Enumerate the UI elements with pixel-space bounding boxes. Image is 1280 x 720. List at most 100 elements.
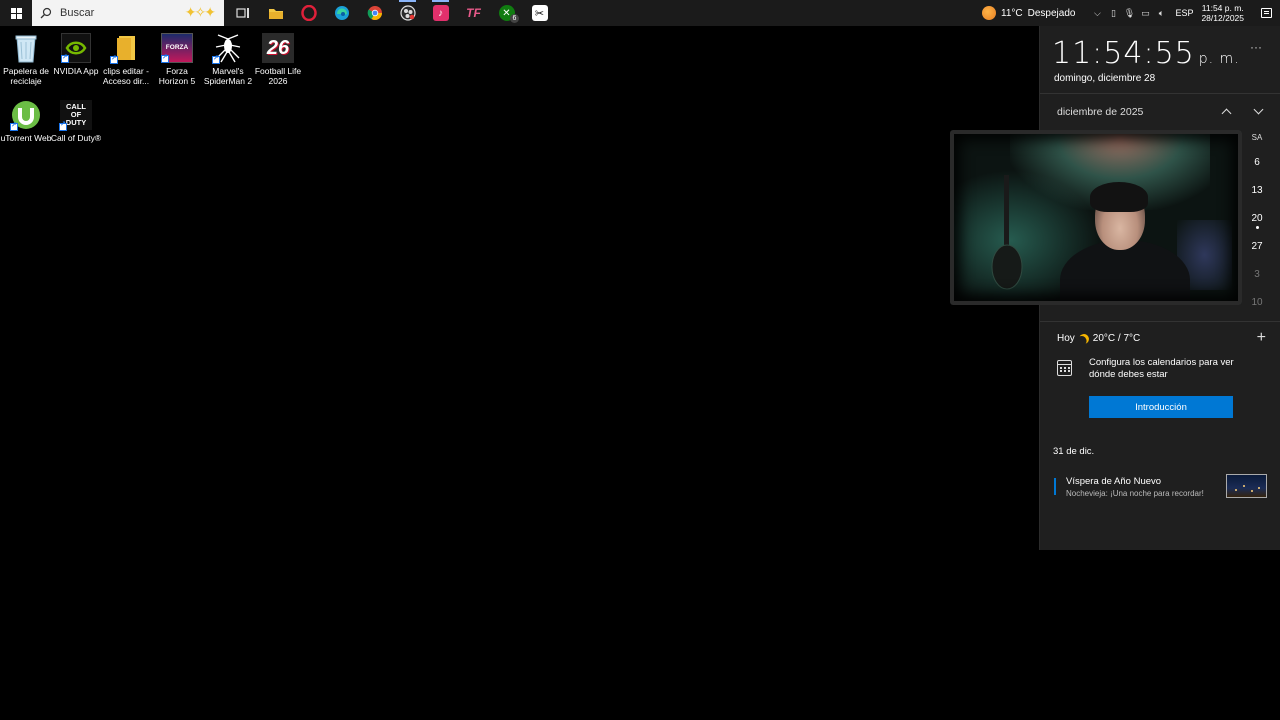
next-month-button[interactable] xyxy=(1250,103,1266,119)
shortcut-arrow-icon xyxy=(161,53,169,63)
folder-icon xyxy=(268,9,283,19)
desktop-icon-call-of-duty[interactable]: CALL OF DUTY Call of Duty® xyxy=(50,100,102,143)
task-view-icon xyxy=(235,8,249,18)
taskbar-clock[interactable]: 11:54 p. m. 28/12/2025 xyxy=(1201,3,1244,23)
chrome-icon xyxy=(367,6,382,20)
event-date: 31 de dic. xyxy=(1053,446,1095,457)
calendar-day-today[interactable]: 20 xyxy=(1246,213,1268,224)
tf-button[interactable]: TF xyxy=(457,0,490,26)
opera-button[interactable] xyxy=(292,0,325,26)
flyout-clock: 11:54:55 p. m. xyxy=(1052,36,1240,71)
tiktok-button[interactable]: ♪ xyxy=(424,0,457,26)
desktop-icon-nvidia-app[interactable]: NVIDIA App xyxy=(50,33,102,76)
shortcut-arrow-icon xyxy=(10,121,18,131)
desktop-icon-recycle-bin[interactable]: Papelera de reciclaje xyxy=(0,33,52,86)
flyout-time: 11:54:55 xyxy=(1052,36,1195,71)
usb-icon[interactable]: ▯ xyxy=(1105,8,1121,19)
today-label: Hoy xyxy=(1057,333,1075,344)
edge-button[interactable] xyxy=(325,0,358,26)
tf-icon: TF xyxy=(466,6,481,20)
calendar-setup-text: Configura los calendarios para ver dónde… xyxy=(1089,357,1234,380)
notification-icon xyxy=(1260,8,1272,18)
calendar-day[interactable]: 27 xyxy=(1246,241,1268,252)
chevron-up-icon xyxy=(1221,108,1231,118)
today-weather: 20°C / 7°C xyxy=(1092,333,1141,344)
opera-icon xyxy=(300,5,317,21)
weekday-header-saturday: SA xyxy=(1251,133,1263,142)
add-event-button[interactable]: + xyxy=(1257,329,1266,347)
weather-sun-icon xyxy=(982,6,997,20)
language-indicator[interactable]: ESP xyxy=(1175,8,1193,18)
obs-button[interactable] xyxy=(391,0,424,26)
capcut-button[interactable]: ✂ xyxy=(523,0,556,26)
desktop-icon-football-life-2026[interactable]: 26 Football Life 2026 xyxy=(252,33,304,86)
flyout-ampm: p. m. xyxy=(1198,51,1240,67)
shortcut-arrow-icon xyxy=(110,54,118,64)
desktop-icon-label: uTorrent Web xyxy=(0,133,52,143)
clock-time: 11:54 p. m. xyxy=(1201,3,1244,13)
desktop-icon-utorrent-web[interactable]: uTorrent Web xyxy=(0,100,52,143)
shortcut-arrow-icon xyxy=(61,53,69,63)
edge-icon xyxy=(334,6,349,20)
forza-horizon-icon: FORZA xyxy=(161,33,193,63)
desktop-icon-forza-horizon-5[interactable]: FORZA Forza Horizon 5 xyxy=(151,33,203,86)
taskbar: Buscar ✦✧✦ ♪ TF ✕ 6 ✂ 11°C Despejado ⌵ ▯… xyxy=(0,0,1280,26)
desktop-icon-label: Marvel's SpiderMan 2 xyxy=(203,66,253,86)
weather-temp: 11°C xyxy=(1001,7,1023,19)
event-title[interactable]: Víspera de Año Nuevo xyxy=(1066,476,1161,487)
search-box[interactable]: Buscar ✦✧✦ xyxy=(32,0,224,26)
weather-condition: Despejado xyxy=(1027,7,1076,19)
volume-icon[interactable]: 🔈︎ xyxy=(1153,8,1169,19)
search-highlight-icon: ✦✧✦ xyxy=(184,4,216,20)
calendar-day[interactable]: 6 xyxy=(1246,157,1268,168)
tiktok-icon: ♪ xyxy=(432,5,449,21)
desktop-icon-label: Forza Horizon 5 xyxy=(158,66,196,86)
folder-icon xyxy=(110,33,141,64)
event-subtitle: Nochevieja: ¡Una noche para recordar! xyxy=(1066,489,1204,498)
desktop-icon-label: Papelera de reciclaje xyxy=(3,66,49,86)
football-life-icon: 26 xyxy=(262,33,294,63)
desktop-icon-clips-editar[interactable]: clips editar - Acceso dir... xyxy=(100,33,152,86)
calendar-day-next-month[interactable]: 3 xyxy=(1246,269,1268,280)
event-thumbnail[interactable] xyxy=(1226,474,1267,498)
desktop-icon-spiderman-2[interactable]: Marvel's SpiderMan 2 xyxy=(202,33,254,86)
webcam-overlay xyxy=(950,130,1242,305)
forza-logo-text: FORZA xyxy=(165,44,189,51)
file-explorer-button[interactable] xyxy=(259,0,292,26)
webcam-frame xyxy=(950,130,1242,305)
weather-widget[interactable]: 11°C Despejado xyxy=(982,6,1075,20)
calendar-day[interactable]: 13 xyxy=(1246,185,1268,196)
flyout-date[interactable]: domingo, diciembre 28 xyxy=(1054,73,1155,84)
chevron-down-icon xyxy=(1253,104,1263,115)
network-icon[interactable]: ▭ xyxy=(1137,8,1153,19)
more-options-button[interactable]: ··· xyxy=(1250,40,1262,54)
divider xyxy=(1040,321,1280,322)
previous-month-button[interactable] xyxy=(1218,103,1234,119)
microphone-icon[interactable]: 🎙︎ xyxy=(1121,8,1137,19)
get-started-button[interactable]: Introducción xyxy=(1089,396,1233,418)
calendar-icon xyxy=(1057,360,1072,376)
task-view-button[interactable] xyxy=(226,0,259,26)
shortcut-arrow-icon xyxy=(212,54,220,64)
moon-icon xyxy=(1077,332,1090,345)
desktop-icon-label: NVIDIA App xyxy=(53,66,99,76)
system-tray: 11°C Despejado ⌵ ▯ 🎙︎ ▭ 🔈︎ ESP 11:54 p. … xyxy=(982,0,1280,26)
chrome-button[interactable] xyxy=(358,0,391,26)
xbox-button[interactable]: ✕ 6 xyxy=(490,0,523,26)
calendar-day-next-month[interactable]: 10 xyxy=(1246,297,1268,308)
capcut-icon: ✂ xyxy=(531,5,548,21)
notification-center-button[interactable] xyxy=(1252,8,1280,18)
today-agenda-header: Hoy 20°C / 7°C xyxy=(1057,333,1140,344)
event-color-bar xyxy=(1054,478,1056,495)
chevron-up-icon[interactable]: ⌵ xyxy=(1089,8,1105,19)
shortcut-arrow-icon xyxy=(59,121,67,131)
desktop-icon-label: Call of Duty® xyxy=(50,133,102,143)
desktop-icon-label: Football Life 2026 xyxy=(254,66,302,86)
football-life-logo-text: 26 xyxy=(266,37,290,59)
taskbar-apps: ♪ TF ✕ 6 ✂ xyxy=(226,0,556,26)
windows-icon xyxy=(10,7,22,19)
event-indicator-dot xyxy=(1256,226,1259,229)
month-header[interactable]: diciembre de 2025 xyxy=(1057,106,1143,118)
clock-date: 28/12/2025 xyxy=(1201,13,1244,23)
start-button[interactable] xyxy=(0,0,32,26)
